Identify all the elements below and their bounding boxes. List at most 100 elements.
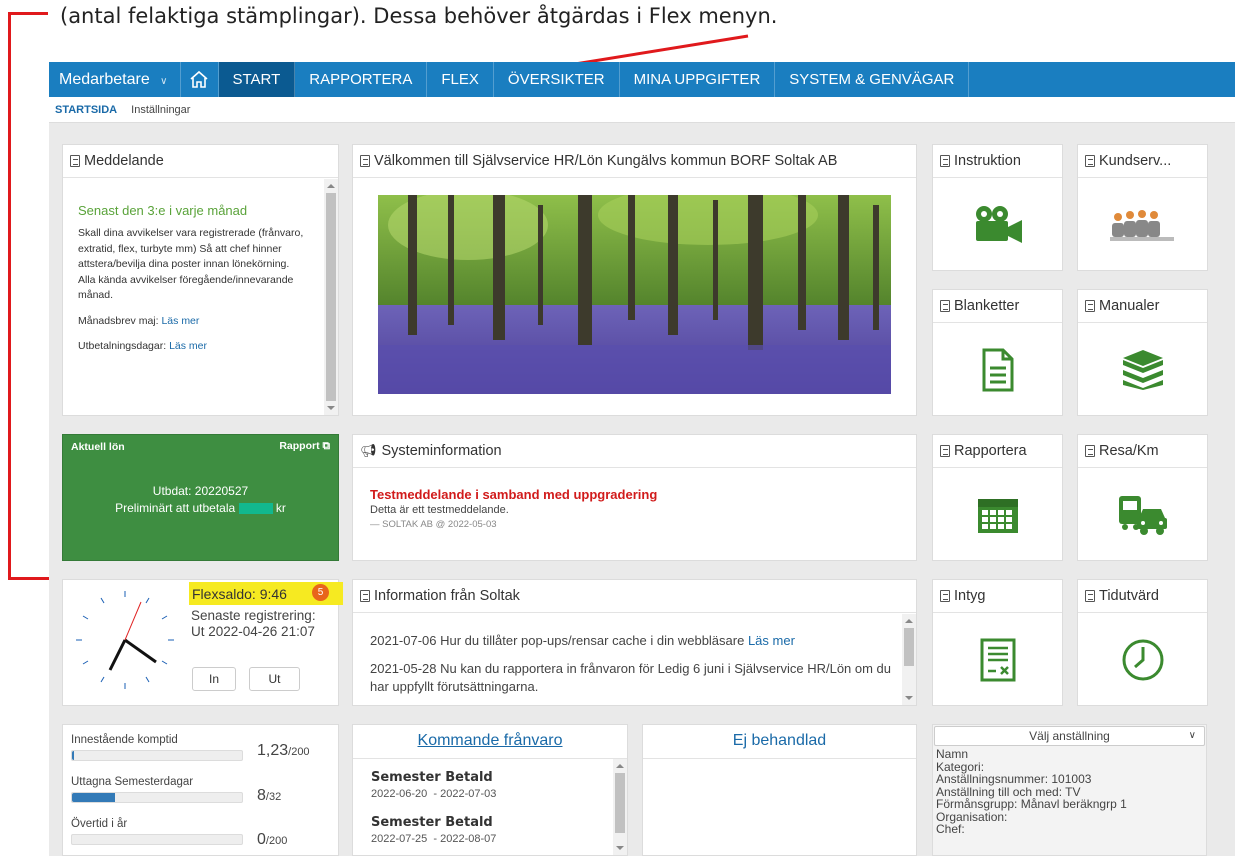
scroll-thumb[interactable] [615, 773, 625, 833]
scroll-up-icon[interactable] [616, 764, 624, 768]
certificate-icon [980, 638, 1015, 681]
subnav-installningar[interactable]: Inställningar [131, 104, 190, 116]
saldo-progress-fill [72, 751, 74, 760]
rapport-link[interactable]: Rapport ⧉ [279, 440, 330, 453]
stampla-ut-button[interactable]: Ut [249, 667, 300, 691]
tile-body [933, 324, 1062, 415]
panel-header: Tidutvärd [1078, 580, 1207, 613]
annotation-line [8, 12, 11, 580]
nav-system-genvagar[interactable]: SYSTEM & GENVÄGAR [775, 62, 970, 97]
tile-instruktion[interactable]: Instruktion [932, 144, 1063, 271]
las-mer-link[interactable]: Läs mer [748, 633, 795, 648]
franvaro-item: Semester Betald 2022-07-25 - 2022-08-07 [371, 815, 496, 845]
tile-resa-km[interactable]: Resa/Km [1077, 434, 1208, 561]
saldon-panel: Innestående komptid 1,23/200 Uttagna Sem… [62, 724, 339, 856]
saldo-value: 8 [257, 787, 266, 804]
nav-mina-uppgifter[interactable]: MINA UPPGIFTER [620, 62, 776, 97]
franvaro-dates: 2022-06-20 - 2022-07-03 [371, 788, 497, 800]
external-link-icon: ⧉ [322, 440, 331, 452]
document-icon [360, 155, 370, 167]
scroll-up-icon[interactable] [905, 619, 913, 623]
lon-prelim-row: Preliminärt att utbetala kr [63, 501, 338, 515]
document-icon [360, 590, 370, 602]
anstallning-select-value: Välj anställning [1029, 729, 1110, 743]
subnav-startsida[interactable]: STARTSIDA [55, 104, 117, 116]
saldo-progress-bar [71, 834, 243, 845]
document-icon [940, 445, 950, 457]
nav-start[interactable]: START [218, 62, 296, 97]
panel-header: 📢︎ Systeminformation [353, 435, 916, 468]
lon-utbdat: Utbdat: 20220527 [152, 484, 249, 498]
franvaro-item: Semester Betald 2022-06-20 - 2022-07-03 [371, 770, 496, 800]
scrollbar[interactable] [613, 759, 627, 855]
lon-currency: kr [275, 501, 286, 515]
tile-title: Rapportera [954, 443, 1027, 459]
aktuell-lon-panel: Aktuell lön Rapport ⧉ Utbdat: 20220527 P… [62, 434, 339, 561]
manadsbrev-link[interactable]: Läs mer [161, 315, 199, 327]
form-document-icon [982, 348, 1013, 391]
scroll-down-icon[interactable] [616, 846, 624, 850]
ej-behandlad-title: Ej behandlad [732, 732, 827, 749]
panel-header: Resa/Km [1078, 435, 1207, 468]
employee-menu-label: Medarbetare [59, 71, 150, 88]
panel-header: Intyg [933, 580, 1062, 613]
systeminformation-panel: 📢︎ Systeminformation Testmeddelande i sam… [352, 434, 917, 561]
document-icon [940, 300, 950, 312]
flex-panel: Flexsaldo: 9:46 5 Senaste registrering: … [62, 579, 343, 706]
saldo-progress-bar [71, 792, 243, 803]
nav-oversikter[interactable]: ÖVERSIKTER [494, 62, 620, 97]
tile-title: Kundserv... [1099, 153, 1172, 169]
tile-kundservice[interactable]: Kundserv... [1077, 144, 1208, 271]
nav-rapportera[interactable]: RAPPORTERA [295, 62, 428, 97]
megaphone-icon: 📢︎ [360, 443, 377, 458]
systeminfo-body: Detta är ett testmeddelande. [370, 504, 509, 516]
scrollbar[interactable] [324, 179, 338, 415]
tile-tidutvard[interactable]: Tidutvärd [1077, 579, 1208, 706]
manadsbrev-label: Månadsbrev maj: [78, 314, 159, 327]
utbetalning-link[interactable]: Läs mer [169, 340, 207, 352]
scroll-down-icon[interactable] [327, 406, 335, 410]
tile-intyg[interactable]: Intyg [932, 579, 1063, 706]
franvaro-type: Semester Betald [371, 770, 493, 785]
flex-error-badge[interactable]: 5 [312, 584, 329, 601]
meddelande-heading: Senast den 3:e i varje månad [78, 203, 248, 218]
valkommen-panel: Välkommen till Självservice HR/Lön Kungä… [352, 144, 917, 416]
scroll-down-icon[interactable] [905, 696, 913, 700]
panel-title: Information från Soltak [374, 588, 520, 604]
scroll-up-icon[interactable] [327, 184, 335, 188]
scroll-thumb[interactable] [904, 628, 914, 666]
soltak-info-content: 2021-07-06 Hur du tillåter pop-ups/rensa… [370, 632, 895, 696]
panel-header: Meddelande [63, 145, 338, 178]
scrollbar[interactable] [902, 614, 916, 705]
tile-body [1078, 324, 1207, 415]
info-item: 2021-07-06 Hur du tillåter pop-ups/rensa… [370, 632, 895, 650]
tile-blanketter[interactable]: Blanketter [932, 289, 1063, 416]
senaste-registrering-label: Senaste registrering: [191, 608, 316, 623]
anstallning-line: Namn [936, 747, 969, 761]
tile-body [933, 469, 1062, 560]
kommande-franvaro-panel: Kommande frånvaro Semester Betald 2022-0… [352, 724, 628, 856]
tile-title: Resa/Km [1099, 443, 1159, 459]
home-button[interactable] [181, 62, 219, 97]
franvaro-title[interactable]: Kommande frånvaro [353, 732, 627, 750]
scroll-thumb[interactable] [326, 193, 336, 401]
clock-icon [1122, 639, 1163, 680]
tile-rapportera[interactable]: Rapportera [932, 434, 1063, 561]
document-icon [1085, 155, 1095, 167]
anstallning-select[interactable]: Välj anställning ∨ [934, 726, 1205, 746]
panel-header: Rapportera [933, 435, 1062, 468]
home-icon [190, 70, 208, 88]
employee-menu[interactable]: Medarbetare ∨ [49, 62, 181, 97]
franvaro-type: Semester Betald [371, 815, 493, 830]
info-item-text: 2021-07-06 Hur du tillåter pop-ups/rensa… [370, 633, 745, 648]
soltak-info-panel: Information från Soltak 2021-07-06 Hur d… [352, 579, 917, 706]
document-icon [1085, 445, 1095, 457]
nav-flex[interactable]: FLEX [427, 62, 494, 97]
franvaro-dates: 2022-07-25 - 2022-08-07 [371, 833, 497, 845]
tile-manualer[interactable]: Manualer [1077, 289, 1208, 416]
stampla-in-button[interactable]: In [192, 667, 236, 691]
panel-header: Blanketter [933, 290, 1062, 323]
video-camera-icon [975, 205, 1022, 243]
saldo-row: Uttagna Semesterdagar 8/32 [71, 776, 331, 804]
tile-title: Instruktion [954, 153, 1021, 169]
